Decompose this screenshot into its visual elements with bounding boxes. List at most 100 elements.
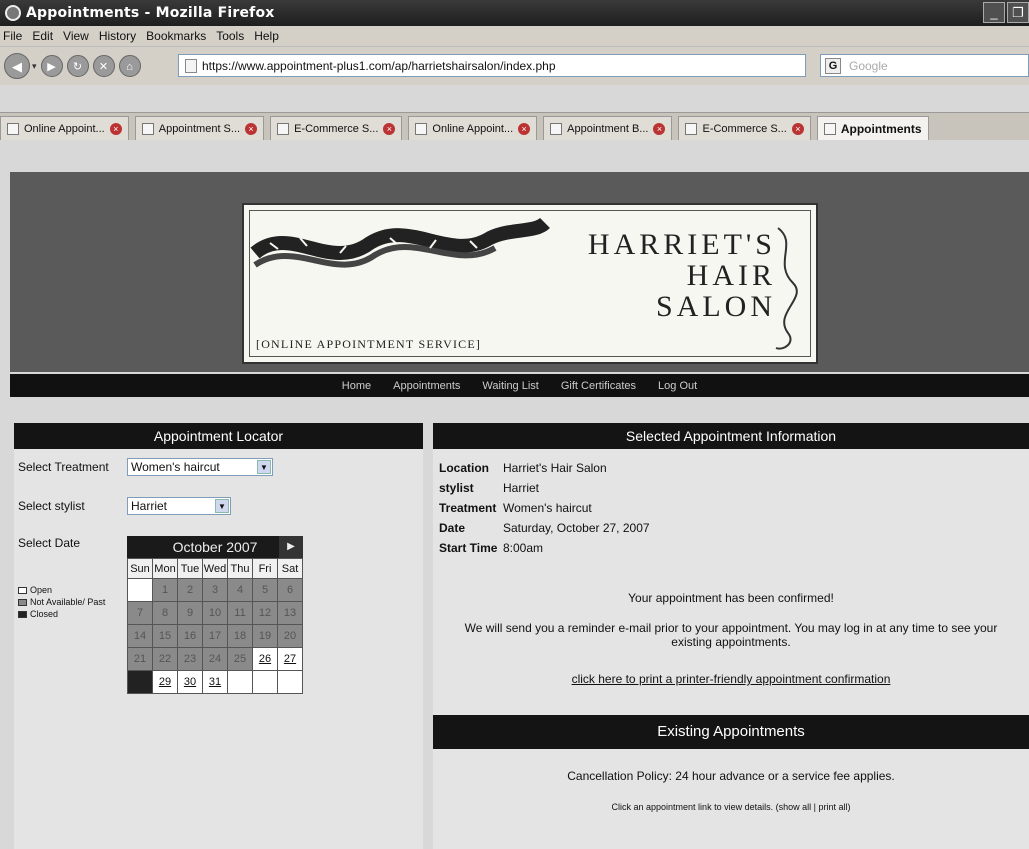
tab-1[interactable]: Online Appoint... ×	[0, 116, 129, 140]
calendar-day-open[interactable]: 27	[277, 647, 303, 671]
nav-gift-certificates[interactable]: Gift Certificates	[561, 380, 636, 392]
close-tab-icon[interactable]: ×	[383, 122, 396, 135]
nav-waiting-list[interactable]: Waiting List	[482, 380, 538, 392]
calendar-day-link[interactable]: 31	[209, 676, 221, 688]
stylist-label: Select stylist	[18, 499, 85, 513]
treatment-info-value: Women's haircut	[503, 501, 592, 515]
close-tab-icon[interactable]: ×	[791, 122, 804, 135]
stop-icon[interactable]: ✕	[92, 55, 115, 77]
tab-6[interactable]: E-Commerce S... ×	[678, 116, 811, 140]
tab-appointments[interactable]: Appointments	[816, 116, 929, 140]
site-nav: Home Appointments Waiting List Gift Cert…	[10, 374, 1029, 397]
calendar-day-empty	[277, 670, 303, 694]
calendar-day-na: 17	[202, 624, 228, 648]
calendar-month: October 2007	[172, 539, 258, 555]
home-icon[interactable]: ⌂	[118, 55, 141, 77]
legend-closed: Closed	[18, 608, 105, 620]
tab-label: Online Appoint...	[432, 122, 514, 135]
close-tab-icon[interactable]: ×	[518, 122, 531, 135]
calendar-day-empty	[227, 670, 253, 694]
calendar-day-open[interactable]: 30	[177, 670, 203, 694]
calendar-day-open[interactable]: 29	[152, 670, 178, 694]
salon-logo[interactable]: HARRIET'S HAIR SALON [ONLINE APPOINTMENT…	[242, 203, 818, 364]
calendar-day-na: 15	[152, 624, 178, 648]
menu-file[interactable]: File	[3, 29, 22, 43]
calendar-day-link[interactable]: 27	[284, 653, 296, 665]
calendar-legend: Open Not Available/ Past Closed	[18, 584, 105, 620]
tab-3[interactable]: E-Commerce S... ×	[270, 116, 403, 140]
treatment-value: Women's haircut	[131, 460, 220, 474]
legend-swatch	[18, 598, 27, 606]
calendar-day-na: 18	[227, 624, 253, 648]
tab-label: E-Commerce S...	[294, 122, 379, 135]
calendar-day-na: 10	[202, 601, 228, 625]
cancellation-policy: Cancellation Policy: 24 hour advance or …	[567, 769, 895, 783]
calendar-day-na: 23	[177, 647, 203, 671]
legend-not-available: Not Available/ Past	[18, 596, 105, 608]
tab-4[interactable]: Online Appoint... ×	[408, 116, 538, 140]
search-engine-icon[interactable]: G	[825, 57, 841, 74]
maximize-button[interactable]: ❐	[1007, 2, 1029, 23]
calendar-week: 123456	[127, 578, 303, 602]
calendar-day-na: 21	[127, 647, 153, 671]
window-title: Appointments - Mozilla Firefox	[26, 5, 275, 21]
salon-name: HARRIET'S HAIR SALON	[588, 229, 776, 322]
menu-history[interactable]: History	[99, 29, 136, 43]
calendar-day-link[interactable]: 30	[184, 676, 196, 688]
chevron-down-icon[interactable]: ▼	[257, 460, 271, 474]
close-tab-icon[interactable]: ×	[653, 122, 666, 135]
calendar-day-na: 14	[127, 624, 153, 648]
print-confirmation-link[interactable]: click here to print a printer-friendly a…	[572, 672, 891, 686]
tab-favicon-icon	[277, 122, 290, 135]
location-label: Location	[439, 461, 489, 475]
nav-log-out[interactable]: Log Out	[658, 380, 697, 392]
treatment-select[interactable]: Women's haircut ▼	[127, 458, 273, 476]
stylist-row: stylist Harriet	[439, 481, 539, 495]
tab-5[interactable]: Appointment B... ×	[543, 116, 673, 140]
tab-2[interactable]: Appointment S... ×	[134, 116, 265, 140]
minimize-button[interactable]: _	[983, 2, 1005, 23]
tab-bar: Online Appoint... × Appointment S... × E-C…	[0, 112, 1029, 140]
menu-help[interactable]: Help	[254, 29, 279, 43]
nav-appointments[interactable]: Appointments	[393, 380, 460, 392]
calendar-week: 14 15 16 17 18 19 20	[127, 624, 303, 648]
calendar-day-na: 6	[277, 578, 303, 602]
menu-edit[interactable]: Edit	[32, 29, 53, 43]
calendar-day-link[interactable]: 26	[259, 653, 271, 665]
tab-favicon-icon	[141, 122, 154, 135]
back-dropdown-icon[interactable]: ▾	[32, 61, 37, 72]
back-icon[interactable]: ◀	[4, 53, 30, 79]
close-tab-icon[interactable]: ×	[245, 122, 258, 135]
calendar-day-open[interactable]: 31	[202, 670, 228, 694]
menu-bookmarks[interactable]: Bookmarks	[146, 29, 206, 43]
salon-name-line3: SALON	[655, 290, 776, 323]
close-tab-icon[interactable]: ×	[109, 122, 122, 135]
weekday-header: Mon	[152, 558, 178, 579]
hair-swirl-graphic	[775, 227, 798, 350]
menu-bar: File Edit View History Bookmarks Tools H…	[0, 26, 1029, 47]
tab-label: E-Commerce S...	[702, 122, 787, 135]
menu-tools[interactable]: Tools	[216, 29, 244, 43]
reload-icon[interactable]: ↻	[66, 55, 89, 77]
calendar-day-open[interactable]: 26	[252, 647, 278, 671]
selected-title: Selected Appointment Information	[433, 423, 1029, 449]
calendar-day-na: 9	[177, 601, 203, 625]
search-placeholder: Google	[849, 58, 888, 73]
existing-hint[interactable]: Click an appointment link to view detail…	[433, 800, 1029, 814]
nav-home[interactable]: Home	[342, 380, 371, 392]
search-box[interactable]: G Google	[820, 54, 1029, 77]
calendar-day-na: 20	[277, 624, 303, 648]
confirmation-message: Your appointment has been confirmed!	[628, 591, 834, 605]
date-label: Select Date	[18, 536, 81, 550]
menu-view[interactable]: View	[63, 29, 89, 43]
address-bar[interactable]: https://www.appointment-plus1.com/ap/har…	[178, 54, 964, 77]
legend-label: Not Available/ Past	[30, 597, 106, 607]
calendar-day-link[interactable]: 29	[159, 676, 171, 688]
stylist-select[interactable]: Harriet ▼	[127, 497, 231, 515]
calendar-day-na: 12	[252, 601, 278, 625]
chevron-down-icon[interactable]: ▼	[215, 499, 229, 513]
stylist-info-value: Harriet	[503, 481, 540, 495]
forward-icon[interactable]: ▶	[40, 55, 63, 77]
next-month-icon[interactable]: ▶	[279, 536, 303, 558]
legend-swatch	[18, 586, 27, 594]
